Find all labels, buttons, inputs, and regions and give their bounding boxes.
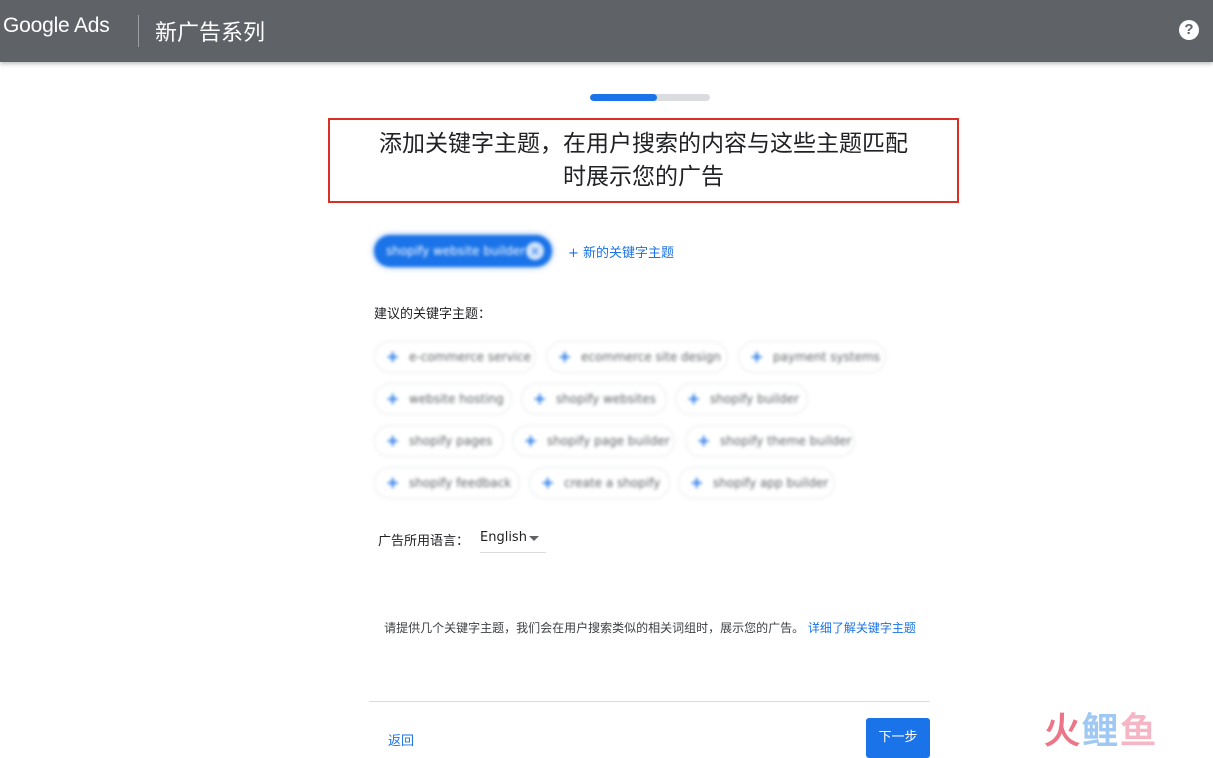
suggestion-chip[interactable]: + create a shopify	[529, 467, 670, 499]
next-button[interactable]: 下一步	[866, 718, 930, 758]
watermark-char: 鱼	[1120, 711, 1159, 752]
back-button[interactable]: 返回	[388, 730, 414, 749]
suggestion-chip[interactable]: + shopify builder	[675, 383, 808, 415]
plus-icon: +	[386, 389, 400, 408]
selected-keyword-chip-label: shopify website builder	[386, 244, 526, 258]
ad-language-select[interactable]: English	[480, 526, 546, 553]
plus-icon: +	[386, 431, 400, 450]
plus-icon: +	[558, 347, 572, 366]
suggestion-chip[interactable]: + shopify page builder	[512, 425, 675, 457]
plus-icon: +	[386, 347, 400, 366]
suggestion-chip[interactable]: + shopify feedback	[374, 467, 520, 499]
footer-divider	[369, 701, 930, 702]
help-icon[interactable]: ?	[1179, 20, 1199, 40]
suggestion-chip[interactable]: + shopify app builder	[678, 467, 835, 499]
step-heading-line1: 添加关键字主题，在用户搜索的内容与这些主题匹配	[379, 131, 908, 157]
watermark-logo: 火鲤鱼	[1044, 702, 1158, 754]
suggestion-chip-label: create a shopify	[564, 476, 661, 490]
suggestion-chip-label: shopify feedback	[409, 476, 512, 490]
step-heading: 添加关键字主题，在用户搜索的内容与这些主题匹配 时展示您的广告	[330, 128, 957, 194]
ad-language-label: 广告所用语言：	[378, 534, 470, 549]
page-title: 新广告系列	[155, 21, 266, 46]
suggestion-chip-label: shopify app builder	[713, 476, 829, 490]
suggestion-chip-label: shopify theme builder	[720, 434, 852, 448]
info-text-body: 请提供几个关键字主题，我们会在用户搜索类似的相关词组时，展示您的广告。	[384, 621, 805, 635]
suggestion-chip[interactable]: + shopify theme builder	[685, 425, 855, 457]
suggestion-chip[interactable]: + e-commerce service	[374, 341, 536, 373]
plus-icon: +	[524, 431, 538, 450]
remove-chip-icon[interactable]: ×	[526, 242, 544, 260]
step-heading-line2: 时展示您的广告	[563, 164, 724, 190]
ad-language-value: English	[480, 530, 527, 545]
plus-icon: +	[687, 389, 701, 408]
plus-icon: +	[690, 473, 704, 492]
plus-icon: +	[386, 473, 400, 492]
header-divider	[138, 15, 139, 47]
progress-bar	[590, 94, 710, 101]
progress-fill	[590, 94, 658, 101]
top-bar: Google Ads 新广告系列 ?	[0, 0, 1213, 62]
selected-keyword-chip[interactable]: shopify website builder ×	[374, 235, 552, 267]
suggestion-chip[interactable]: + website hosting	[374, 383, 512, 415]
plus-icon: +	[541, 473, 555, 492]
watermark-char: 鲤	[1082, 711, 1121, 752]
suggestion-chip-label: e-commerce service	[409, 350, 531, 364]
plus-icon: +	[533, 389, 547, 408]
suggestion-chip[interactable]: + ecommerce site design	[546, 341, 728, 373]
plus-icon: +	[697, 431, 711, 450]
watermark-char: 火	[1044, 711, 1083, 752]
suggestion-chip-label: website hosting	[409, 392, 504, 406]
suggestion-chip-label: payment systems	[773, 350, 880, 364]
suggestion-chip-label: shopify page builder	[547, 434, 670, 448]
suggestion-chip-label: ecommerce site design	[581, 350, 721, 364]
suggestion-chip-label: shopify builder	[710, 392, 799, 406]
suggestion-chip-label: shopify websites	[556, 392, 656, 406]
heading-highlight-box: 添加关键字主题，在用户搜索的内容与这些主题匹配 时展示您的广告	[328, 118, 959, 203]
suggestion-chip[interactable]: + shopify pages	[374, 425, 504, 457]
suggestion-chip[interactable]: + shopify websites	[521, 383, 667, 415]
suggested-topics-label: 建议的关键字主题：	[374, 307, 492, 322]
plus-icon: +	[750, 347, 764, 366]
info-text: 请提供几个关键字主题，我们会在用户搜索类似的相关词组时，展示您的广告。 详细了解…	[376, 620, 924, 637]
chevron-down-icon	[529, 536, 539, 541]
add-keyword-theme-link[interactable]: + 新的关键字主题	[568, 242, 674, 261]
suggestion-chip[interactable]: + payment systems	[738, 341, 886, 373]
learn-more-link[interactable]: 详细了解关键字主题	[808, 621, 916, 635]
google-ads-logo[interactable]: Google Ads	[3, 14, 110, 38]
suggestion-chip-label: shopify pages	[409, 434, 493, 448]
